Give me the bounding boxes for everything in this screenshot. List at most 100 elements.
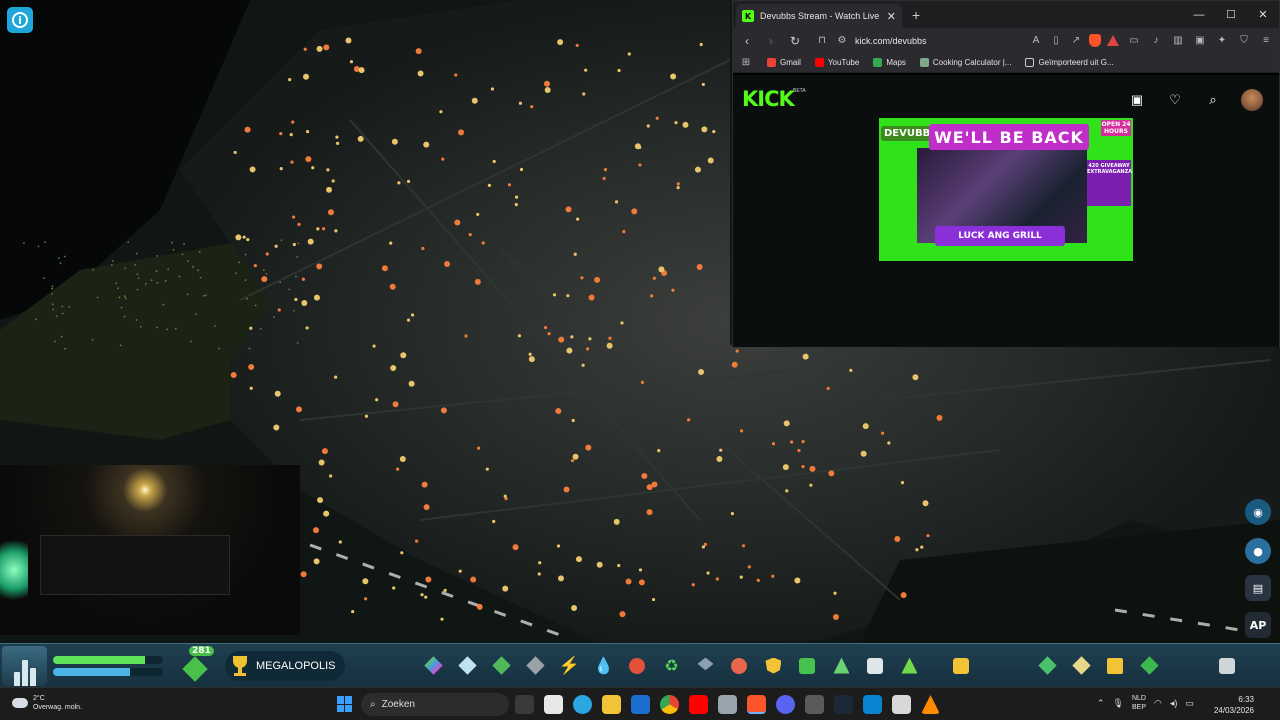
bookmark-gmail[interactable]: Gmail [767,58,801,67]
kick-logo[interactable]: KICK [742,87,795,111]
water-tool-icon[interactable]: 💧 [593,656,614,676]
police-tool-icon[interactable] [763,656,783,676]
industry-tool-icon[interactable] [951,656,971,676]
brave-rewards-icon[interactable] [1107,35,1119,46]
bookmark-page-icon[interactable]: ⊓ [815,34,829,48]
search-icon[interactable]: ⌕ [1203,90,1223,110]
translate-icon[interactable]: A [1029,34,1043,48]
language-indicator[interactable]: NLD BEP [1132,694,1146,712]
calculator-app-icon[interactable] [718,695,737,714]
building-light [277,308,281,312]
zoning-tool-icon[interactable] [423,656,443,676]
close-window-button[interactable]: ✕ [1247,1,1279,28]
minimize-button[interactable]: — [1183,1,1215,28]
economy-tool-icon[interactable] [1105,656,1125,676]
tray-overflow-icon[interactable]: ⌃ [1097,698,1105,709]
site-settings-icon[interactable]: ⚙ [835,34,849,48]
map-tool-icon[interactable] [1071,656,1091,676]
kick-store-icon[interactable]: ▣ [1127,90,1147,110]
tab-close-icon[interactable]: ✕ [887,10,896,23]
garbage-tool-icon[interactable]: ♻ [661,656,681,676]
city-icon[interactable] [2,645,47,686]
sidebar-icon[interactable]: ▭ [1127,34,1141,48]
outlook-icon[interactable] [631,695,650,714]
bookmark-cooking-calculator[interactable]: Cooking Calculator |... [919,58,1011,67]
milestone-panel[interactable]: MEGALOPOLIS [225,650,346,681]
parks-tool-icon[interactable] [831,656,851,676]
brave-shields-icon[interactable] [1089,34,1101,47]
volume-icon[interactable]: ◂) [1170,698,1178,709]
wifi-icon[interactable]: ◠ [1154,698,1162,709]
generic-app-icon[interactable] [863,695,882,714]
brave-app-icon[interactable] [747,695,766,714]
bookmark-youtube[interactable]: YouTube [814,58,859,67]
tab-kick[interactable]: K Devubbs Stream - Watch Live o ✕ [736,4,902,28]
chrome-icon[interactable] [660,695,679,714]
policies-tool-icon[interactable] [1037,656,1057,676]
store-icon[interactable] [544,695,563,714]
ai-icon[interactable]: ✦ [1215,34,1229,48]
notes-tool-icon[interactable]: ▤ [1245,575,1271,601]
reload-icon[interactable]: ↻ [787,34,803,48]
browser-window[interactable]: K Devubbs Stream - Watch Live o ✕ + — ☐ … [732,0,1280,347]
clock[interactable]: 6:33 24/03/2026 [1214,694,1254,716]
url-text[interactable]: kick.com/devubbs [855,36,1023,46]
electricity-tool-icon[interactable]: ⚡ [559,656,580,676]
bulldozer-tool-icon[interactable] [1217,656,1237,676]
file-explorer-icon[interactable] [602,695,621,714]
building-light [249,166,256,173]
heart-icon[interactable]: ♡ [1165,90,1185,110]
tree-light [191,265,194,268]
landscaping-tool-icon[interactable] [491,656,511,676]
media-icon[interactable]: ♪ [1149,34,1163,48]
ap-button[interactable]: AP [1245,612,1271,638]
share-icon[interactable]: ↗ [1069,34,1083,48]
maximize-button[interactable]: ☐ [1215,1,1247,28]
building-light [335,135,339,139]
transport-tool-icon[interactable] [797,656,817,676]
microphone-icon[interactable]: 🎙 [1113,698,1124,709]
weather-widget[interactable]: 2°C Overwag. moln. [12,694,82,712]
landmarks-tool-icon[interactable] [899,656,919,676]
address-bar[interactable]: ⊓ ⚙ kick.com/devubbs A ▯ ↗ [811,31,1119,50]
panel-icon[interactable]: ▥ [1171,34,1185,48]
new-tab-button[interactable]: + [912,7,920,23]
vpn-icon[interactable]: ⛉ [1237,34,1251,48]
taskbar-search[interactable]: ⌕ Zoeken [361,693,509,716]
back-icon[interactable]: ‹ [739,34,755,48]
discord-icon[interactable] [776,695,795,714]
building-light [638,145,642,150]
browser-toolbar: ‹ › ↻ ⊓ ⚙ kick.com/devubbs A ▯ ↗ ▭ ♪ ▥ ▣… [733,28,1279,53]
apps-grid-icon[interactable]: ⊞ [739,56,753,70]
vlc-icon[interactable] [921,695,940,714]
bookmark-maps[interactable]: Maps [873,58,906,67]
education-tool-icon[interactable] [695,656,715,676]
youtube-app-icon[interactable] [689,695,708,714]
start-button[interactable] [337,696,353,712]
screen: i ◉ ● ▤ AP K Devubbs Stream - Watch Live… [0,0,1280,720]
communication-tool-icon[interactable] [865,656,885,676]
sewage-tool-icon[interactable] [627,656,647,676]
menu-icon[interactable]: ≡ [1259,34,1273,48]
area-tool-icon[interactable] [457,656,477,676]
road-tool-icon[interactable] [525,656,545,676]
edge-icon[interactable] [573,695,592,714]
stream-player[interactable]: DEVUBBS WE'LL BE BACK OPEN 24 HOURS 420 … [879,118,1133,261]
population-indicator[interactable]: 281 [182,645,214,682]
building-light [735,349,739,353]
wallet-icon[interactable]: ▣ [1193,34,1207,48]
steam-icon[interactable] [834,695,853,714]
citizen-tool-icon[interactable]: ● [1245,538,1271,564]
settings-app-icon[interactable] [805,695,824,714]
forward-icon[interactable]: › [763,34,779,48]
healthcare-tool-icon[interactable] [729,656,749,676]
task-view-icon[interactable] [515,695,534,714]
user-avatar[interactable] [1241,89,1263,111]
districts-tool-icon[interactable] [1139,656,1159,676]
info-button[interactable]: i [7,7,33,33]
globe-tool-icon[interactable]: ◉ [1245,499,1271,525]
bookmark-folder-imported[interactable]: Geïmporteerd uit G... [1025,58,1114,67]
battery-icon[interactable]: ▭ [1185,698,1194,709]
popcorn-app-icon[interactable] [892,695,911,714]
reader-icon[interactable]: ▯ [1049,34,1063,48]
